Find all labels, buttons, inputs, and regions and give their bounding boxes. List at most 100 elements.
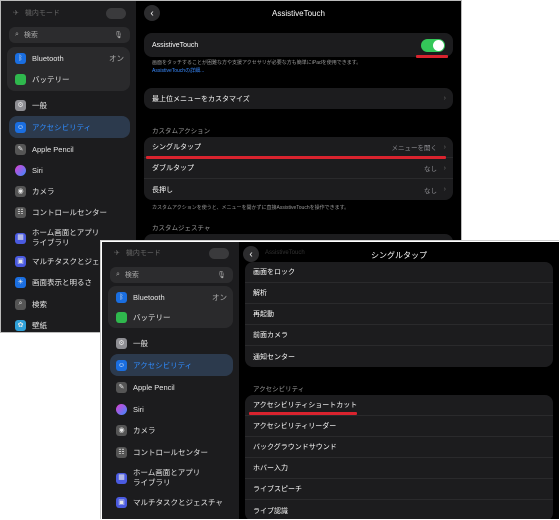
action-row-long-press[interactable]: 長押し なし ›: [144, 179, 453, 200]
sidebar-item-label: マルチタスクとジェスチャ: [133, 497, 223, 507]
option-label: バックグラウンドサウンド: [253, 444, 337, 451]
option-label: ホバー入力: [253, 465, 288, 472]
option-row[interactable]: ライブ認識: [245, 500, 553, 519]
control-center-icon: ☷: [15, 206, 26, 218]
label-line-2: ライブラリ: [32, 238, 70, 247]
toggle-label: AssistiveTouch: [152, 41, 199, 49]
sidebar-item-siri[interactable]: Siri: [1, 159, 136, 181]
label-line-1: ホーム画面とアプリ: [32, 228, 100, 237]
sidebar-item-bluetooth[interactable]: ᛒ Bluetooth オン: [102, 286, 239, 308]
sidebar-item-label: コントロールセンター: [32, 207, 107, 217]
multitasking-icon: ▣: [15, 255, 26, 267]
customize-menu-group: 最上位メニューをカスタマイズ ›: [144, 88, 453, 109]
search-input[interactable]: ⌕ 検索 🎙: [9, 27, 130, 43]
sidebar-item-control-center[interactable]: ☷ コントロールセンター: [1, 201, 136, 223]
control-center-icon: ☷: [116, 446, 127, 458]
row-value: なし: [424, 166, 437, 173]
bluetooth-icon: ᛒ: [116, 291, 127, 303]
pencil-icon: ✎: [116, 381, 127, 393]
option-label: 画面をロック: [253, 269, 295, 276]
page-title: AssistiveTouch: [272, 9, 325, 18]
bluetooth-status: オン: [212, 292, 227, 302]
assistivetouch-toggle-group: AssistiveTouch: [144, 33, 453, 57]
section-header-custom-gestures: カスタムジェスチャ: [152, 225, 211, 232]
sidebar-item-label: Siri: [32, 165, 43, 175]
customize-top-menu-row[interactable]: 最上位メニューをカスタマイズ ›: [144, 88, 453, 109]
highlight-underline: [249, 412, 357, 415]
chevron-right-icon: ›: [443, 95, 446, 102]
sidebar-item-multitasking[interactable]: ▣ マルチタスクとジェスチャ: [102, 491, 239, 513]
page-title: シングルタップ: [371, 251, 427, 260]
row-value: メニューを開く: [391, 145, 438, 152]
sidebar-item-apple-pencil[interactable]: ✎ Apple Pencil: [1, 138, 136, 160]
option-row[interactable]: ホバー入力: [245, 458, 553, 479]
action-row-double-tap[interactable]: ダブルタップ なし ›: [144, 158, 453, 179]
highlight-underline: [146, 156, 446, 159]
airplane-mode-toggle[interactable]: [106, 7, 126, 19]
option-row[interactable]: アクセシビリティリーダー: [245, 416, 553, 437]
airplane-mode-label: 機内モード: [125, 250, 161, 257]
action-row-single-tap[interactable]: シングルタップ メニューを開く ›: [144, 137, 453, 158]
sidebar-item-label: カメラ: [32, 186, 55, 196]
search-input[interactable]: ⌕ 検索 🎙: [110, 267, 233, 283]
sidebar-item-battery[interactable]: バッテリー: [102, 306, 239, 328]
option-row[interactable]: バックグラウンドサウンド: [245, 437, 553, 458]
option-row[interactable]: 画面をロック: [245, 262, 553, 283]
row-label: ダブルタップ: [152, 165, 194, 172]
system-actions-group: 画面をロック 解析 再起動 前面カメラ 通知センター: [245, 262, 553, 367]
airplane-icon: ✈: [114, 250, 120, 257]
sidebar-item-label: Apple Pencil: [32, 144, 74, 154]
airplane-icon: ✈: [13, 10, 19, 17]
learn-more-link[interactable]: AssistiveTouchの詳細...: [152, 68, 204, 74]
label-line-2: ライブラリ: [133, 478, 171, 487]
sidebar-item-home-screen[interactable]: ▦ ホーム画面とアプリ ライブラリ: [102, 463, 239, 493]
brightness-icon: ☀: [15, 276, 26, 288]
pencil-icon: ✎: [15, 143, 26, 155]
bluetooth-status: オン: [109, 53, 124, 63]
option-row[interactable]: 前面カメラ: [245, 325, 553, 346]
search-placeholder: 検索: [23, 32, 38, 39]
camera-icon: ◉: [15, 185, 26, 197]
chevron-right-icon: ›: [443, 143, 446, 151]
sidebar-item-camera[interactable]: ◉ カメラ: [102, 419, 239, 441]
sidebar-item-label: アクセシビリティ: [32, 122, 92, 132]
airplane-mode-row[interactable]: ✈ 機内モード: [9, 6, 130, 20]
search-icon: ⌕: [15, 31, 19, 38]
sidebar-item-accessibility[interactable]: ☺ アクセシビリティ: [9, 116, 130, 138]
sidebar-item-battery[interactable]: バッテリー: [1, 68, 136, 90]
option-row[interactable]: ライブスピーチ: [245, 479, 553, 500]
row-value: なし: [424, 187, 437, 195]
option-label: 前面カメラ: [253, 332, 288, 339]
assistivetouch-toggle[interactable]: [421, 39, 445, 52]
sidebar-item-label: 検索: [32, 299, 47, 309]
sidebar-item-general[interactable]: ⚙ 一般: [1, 94, 136, 116]
sidebar-item-label: 一般: [32, 100, 47, 110]
airplane-mode-toggle[interactable]: [209, 247, 229, 259]
battery-icon: [15, 73, 26, 85]
airplane-mode-label: 機内モード: [24, 10, 60, 17]
sidebar-item-apple-pencil[interactable]: ✎ Apple Pencil: [102, 376, 239, 398]
sidebar-item-label: ホーム画面とアプリ ライブラリ: [32, 228, 99, 248]
sidebar-item-camera[interactable]: ◉ カメラ: [1, 180, 136, 202]
sidebar-item-accessibility[interactable]: ☺ アクセシビリティ: [110, 354, 233, 376]
home-screen-icon: ▦: [116, 472, 127, 484]
gear-icon: ⚙: [15, 99, 26, 111]
custom-actions-group: シングルタップ メニューを開く › ダブルタップ なし › 長押し なし ›: [144, 137, 453, 200]
sidebar-item-label: 壁紙: [32, 320, 47, 330]
chevron-right-icon: ›: [443, 186, 446, 193]
microphone-icon[interactable]: 🎙: [114, 31, 123, 39]
option-row[interactable]: 再起動: [245, 304, 553, 325]
airplane-mode-row[interactable]: ✈ 機内モード: [110, 246, 233, 260]
microphone-icon[interactable]: 🎙: [217, 271, 226, 279]
sidebar-item-general[interactable]: ⚙ 一般: [102, 332, 239, 354]
sidebar-item-label: アクセシビリティ: [133, 360, 193, 370]
single-tap-screenshot: ✈ 機内モード ⌕ 検索 🎙 ᛒ Bluetooth オン バッテリー ⚙ 一般…: [101, 241, 560, 520]
sidebar-item-control-center[interactable]: ☷ コントロールセンター: [102, 441, 239, 463]
sidebar-item-siri[interactable]: Siri: [102, 398, 239, 420]
sidebar-item-bluetooth[interactable]: ᛒ Bluetooth オン: [1, 47, 136, 69]
gear-icon: ⚙: [116, 337, 127, 349]
option-row[interactable]: 解析: [245, 283, 553, 304]
accessibility-icon: ☺: [15, 121, 26, 133]
option-row[interactable]: 通知センター: [245, 346, 553, 367]
sidebar-item-label: Bluetooth: [32, 53, 64, 63]
